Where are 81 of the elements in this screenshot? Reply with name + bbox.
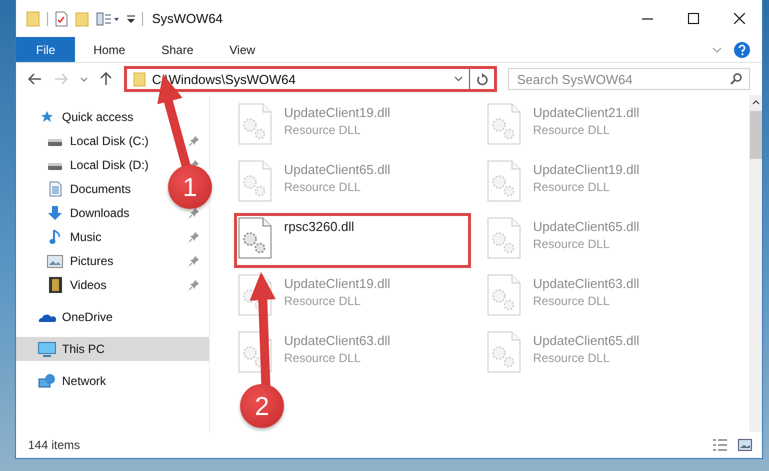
star-icon xyxy=(40,110,54,124)
file-name: UpdateClient65.dll xyxy=(533,219,640,234)
close-icon xyxy=(734,13,744,24)
properties-icon[interactable] xyxy=(55,10,68,26)
file-type: Resource DLL xyxy=(533,351,611,365)
file-type: Resource DLL xyxy=(284,180,362,194)
file-name: UpdateClient19.dll xyxy=(284,105,390,120)
file-type: Resource DLL xyxy=(533,123,611,137)
file-name: UpdateClient65.dll xyxy=(533,333,640,348)
monitor-icon xyxy=(38,342,56,356)
pin-icon[interactable] xyxy=(189,232,199,242)
picture-icon xyxy=(47,254,63,268)
ribbon-tab[interactable]: Home xyxy=(75,37,144,62)
back-arrow-icon[interactable] xyxy=(28,73,42,85)
ribbon-tab[interactable]: View xyxy=(211,37,274,62)
search-icon xyxy=(730,73,742,85)
pin-icon[interactable] xyxy=(189,256,199,266)
expand-ribbon-icon[interactable] xyxy=(712,46,722,52)
file-type: Resource DLL xyxy=(533,180,611,194)
down-arrow-icon xyxy=(47,205,63,221)
up-arrow-icon[interactable] xyxy=(100,72,112,86)
file-type: Resource DLL xyxy=(533,237,611,251)
nav-item[interactable]: Videos xyxy=(16,273,112,297)
nav-item[interactable]: Documents xyxy=(16,177,137,201)
window-title: SysWOW64 xyxy=(151,11,223,26)
dll-file-icon xyxy=(487,274,521,316)
dll-file-icon xyxy=(487,331,521,373)
help-icon[interactable] xyxy=(734,42,750,58)
film-icon xyxy=(48,277,62,293)
nav-item[interactable]: Local Disk (D:) xyxy=(16,153,155,177)
dll-file-icon xyxy=(487,160,521,202)
file-type: Resource DLL xyxy=(533,294,611,308)
dropdown-icon[interactable] xyxy=(127,14,135,24)
dll-file-icon xyxy=(238,103,272,145)
network-icon xyxy=(38,373,56,389)
customize-toolbar-icon[interactable] xyxy=(96,10,120,26)
file-name: UpdateClient19.dll xyxy=(533,162,640,177)
file-name: UpdateClient63.dll xyxy=(284,333,390,348)
nav-item[interactable]: Local Disk (C:) xyxy=(16,129,155,153)
file-type: Resource DLL xyxy=(284,294,362,308)
refresh-icon[interactable] xyxy=(476,72,488,86)
cloud-icon xyxy=(38,312,56,322)
file-item[interactable]: rpsc3260.dll xyxy=(234,213,471,268)
document-icon xyxy=(48,181,62,197)
dll-file-icon xyxy=(238,160,272,202)
nav-item[interactable]: Pictures xyxy=(16,249,120,273)
folder-icon xyxy=(133,72,146,86)
file-name: rpsc3260.dll xyxy=(284,219,354,234)
scroll-up-icon[interactable] xyxy=(752,100,760,105)
search-field[interactable]: Search SysWOW64 xyxy=(508,68,750,90)
dll-file-icon xyxy=(487,217,521,259)
pin-icon[interactable] xyxy=(189,280,199,290)
file-name: UpdateClient21.dll xyxy=(533,105,640,120)
scrollbar[interactable] xyxy=(749,95,762,432)
pin-icon[interactable] xyxy=(189,208,199,218)
nav-item[interactable]: Music xyxy=(16,225,108,249)
dll-file-icon xyxy=(238,217,272,259)
nav-item[interactable]: Downloads xyxy=(16,201,136,225)
file-name: UpdateClient19.dll xyxy=(284,276,390,291)
music-note-icon xyxy=(49,229,61,245)
file-type: Resource DLL xyxy=(284,123,362,137)
minimize-icon xyxy=(642,18,652,20)
dll-file-icon xyxy=(238,331,272,373)
chevron-down-icon[interactable] xyxy=(454,76,463,82)
large-icons-view-icon[interactable] xyxy=(738,439,752,451)
nav-item[interactable]: Quick access xyxy=(16,105,140,129)
details-view-icon[interactable] xyxy=(712,438,728,452)
nav-item[interactable]: Network xyxy=(16,369,112,393)
maximize-icon xyxy=(688,13,698,24)
ribbon-tab[interactable]: Share xyxy=(143,37,212,62)
pin-icon[interactable] xyxy=(189,136,199,146)
dll-file-icon xyxy=(487,103,521,145)
nav-item[interactable]: OneDrive xyxy=(16,305,119,329)
file-name: UpdateClient63.dll xyxy=(533,276,640,291)
nav-item[interactable]: This PC xyxy=(16,337,209,361)
chevron-down-icon[interactable] xyxy=(80,76,88,82)
scrollbar-thumb[interactable] xyxy=(750,111,762,159)
item-count: 144 items xyxy=(28,438,80,452)
file-type: Resource DLL xyxy=(284,351,362,365)
ribbon-tab[interactable]: File xyxy=(16,37,76,62)
file-name: UpdateClient65.dll xyxy=(284,162,390,177)
